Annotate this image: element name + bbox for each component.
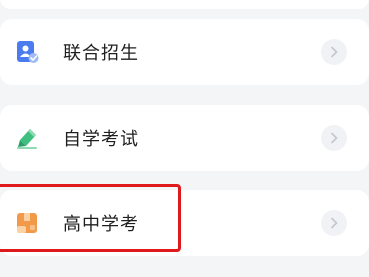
chevron-right-icon[interactable] bbox=[321, 210, 347, 236]
self-study-exam-icon bbox=[15, 126, 39, 150]
menu-item-self-study-exam[interactable]: 自学考试 bbox=[0, 105, 369, 171]
joint-enrollment-icon bbox=[15, 40, 39, 64]
high-school-exam-icon bbox=[15, 211, 39, 235]
chevron-right-icon[interactable] bbox=[321, 39, 347, 65]
menu-item-label: 联合招生 bbox=[63, 43, 139, 64]
menu-item-high-school-exam[interactable]: 高中学考 bbox=[0, 190, 369, 256]
menu-item-label: 自学考试 bbox=[63, 129, 139, 150]
menu-item-joint-enrollment[interactable]: 联合招生 bbox=[0, 19, 369, 85]
menu-item-label: 高中学考 bbox=[63, 214, 139, 235]
chevron-right-icon[interactable] bbox=[321, 125, 347, 151]
previous-menu-card[interactable] bbox=[0, 0, 369, 9]
